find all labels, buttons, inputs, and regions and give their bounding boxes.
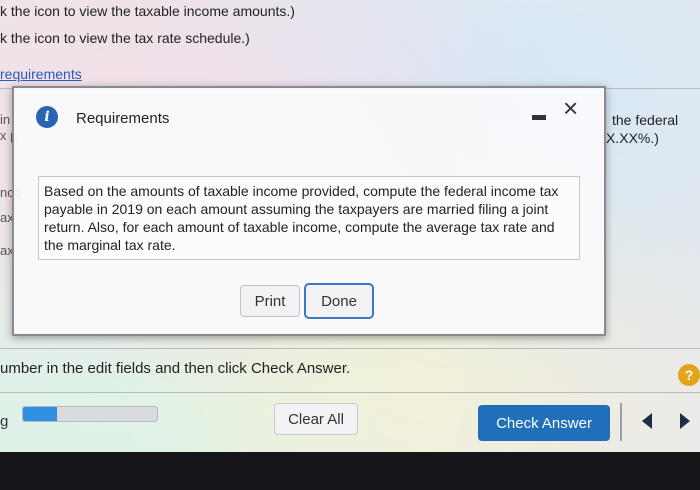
done-button[interactable]: Done	[304, 283, 374, 319]
check-answer-button[interactable]: Check Answer	[478, 405, 610, 441]
answer-instruction: umber in the edit fields and then click …	[0, 360, 351, 377]
requirement-text: Based on the amounts of taxable income p…	[44, 183, 559, 253]
instruction-tax-rate-schedule: k the icon to view the tax rate schedule…	[0, 30, 250, 46]
footer-divider	[0, 392, 700, 393]
instruction-taxable-income: k the icon to view the taxable income am…	[0, 3, 295, 19]
progress-bar	[22, 406, 158, 422]
clear-all-button[interactable]: Clear All	[274, 403, 358, 435]
prev-arrow-icon[interactable]	[642, 413, 652, 429]
bg-fragment-left: in	[0, 112, 11, 127]
help-icon[interactable]: ?	[678, 364, 700, 386]
dialog-header: i Requirements ×	[14, 88, 604, 148]
bg-fragment-right: the federal	[612, 112, 679, 128]
requirements-dialog: i Requirements × Based on the amounts of…	[12, 86, 606, 336]
progress-fill	[23, 407, 57, 421]
bottom-bar	[0, 452, 700, 490]
close-icon[interactable]: ×	[563, 95, 578, 121]
next-arrow-icon[interactable]	[680, 413, 690, 429]
bg-fragment-left: g	[0, 413, 9, 430]
dialog-title: Requirements	[76, 110, 170, 127]
bottom-divider	[0, 348, 700, 349]
print-button[interactable]: Print	[240, 285, 300, 317]
question-nav	[620, 403, 700, 441]
minimize-icon[interactable]	[532, 115, 546, 120]
info-icon: i	[36, 106, 58, 128]
bg-fragment-right: X.XX%.)	[606, 130, 659, 146]
requirements-link[interactable]: requirements	[0, 66, 82, 82]
